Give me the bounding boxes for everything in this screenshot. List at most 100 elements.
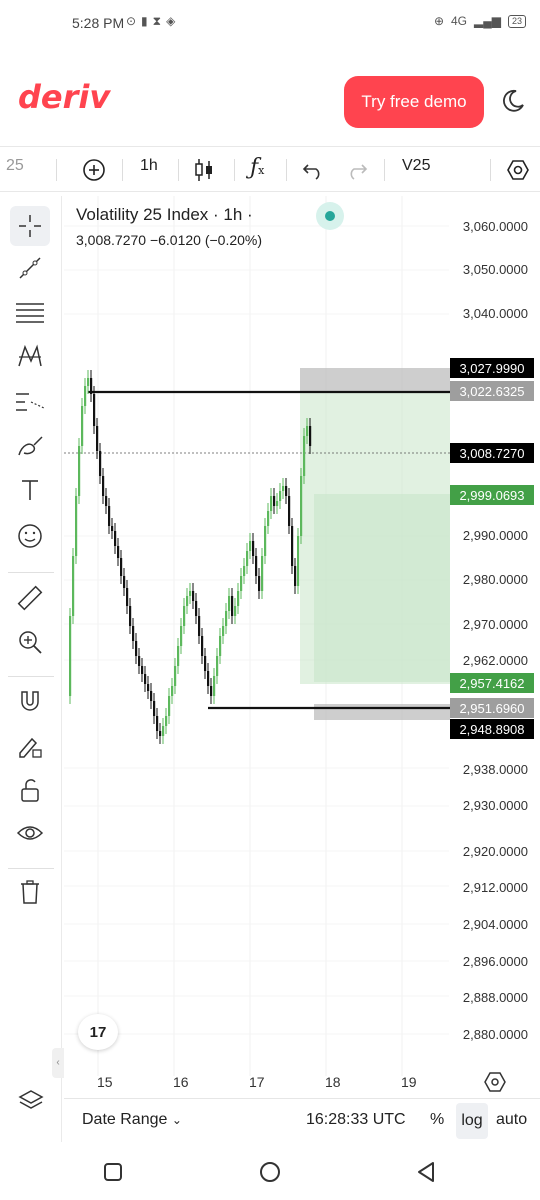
text-icon [22, 480, 38, 500]
candle-body [219, 636, 222, 656]
price-tag-zone-bottom: 2,957.4162 [450, 673, 534, 693]
percent-scale-button[interactable]: % [430, 1111, 444, 1129]
candle-body [258, 576, 261, 591]
measure-tool[interactable] [10, 578, 50, 618]
price-tag-lower-bound: 2,948.8908 [450, 719, 534, 739]
zoom-in-icon [19, 631, 42, 654]
indicators-fx-icon[interactable]: ƒx [250, 155, 264, 180]
crosshair-icon [19, 215, 41, 237]
back-triangle-icon[interactable] [416, 1161, 436, 1183]
price-label: 3,050.0000 [462, 262, 528, 277]
candle-body [282, 486, 285, 491]
status-system-icons: ⊕ 4G ▂▄▆ 23 [434, 14, 526, 28]
prediction-tool[interactable] [10, 382, 50, 422]
price-label: 2,980.0000 [462, 572, 528, 587]
candle-body [189, 591, 192, 596]
recents-square-icon[interactable] [103, 1162, 123, 1182]
symbol-button[interactable]: V25 [402, 157, 430, 175]
app-header: deriv Try free demo [0, 60, 540, 144]
dark-mode-moon-icon[interactable] [500, 88, 526, 114]
trend-line-icon [19, 257, 41, 279]
candle-body [222, 626, 225, 636]
interval-button[interactable]: 1h [140, 157, 158, 175]
pattern-tool[interactable] [10, 336, 50, 376]
date-range-dropdown[interactable]: Date Range ⌄ [82, 1111, 182, 1129]
candle-body [90, 378, 93, 394]
auto-scale-button[interactable]: auto [496, 1111, 527, 1129]
candle-body [126, 588, 129, 606]
candle-body [201, 636, 204, 656]
symbol-search-fragment[interactable]: 25 [6, 157, 24, 175]
alarm-icon: ⊕ [433, 14, 444, 28]
price-label: 3,040.0000 [462, 306, 528, 321]
time-label: 16 [173, 1074, 189, 1090]
tradingview-logo-icon[interactable]: 17 [78, 1014, 118, 1050]
emoji-tool[interactable] [10, 516, 50, 556]
deriv-logo[interactable]: deriv [18, 78, 110, 116]
time-label: 18 [325, 1074, 341, 1090]
candle-body [270, 496, 273, 511]
candle-body [180, 626, 183, 646]
candle-body [306, 426, 309, 436]
price-label: 2,930.0000 [462, 798, 528, 813]
position-lower-zone [314, 704, 450, 720]
forecast-icon [16, 393, 45, 411]
price-tag-upper-bound: 3,027.9990 [450, 358, 534, 378]
price-label: 2,990.0000 [462, 528, 528, 543]
time-label: 17 [249, 1074, 265, 1090]
log-scale-button[interactable]: log [456, 1103, 488, 1139]
delete-drawings-tool[interactable] [10, 872, 50, 912]
utc-clock[interactable]: 16:28:33 UTC [306, 1111, 406, 1129]
home-circle-icon[interactable] [259, 1161, 281, 1183]
network-icon: 4G [451, 14, 468, 28]
price-tag-upper-line: 3,022.6325 [450, 381, 534, 401]
pattern-icon [18, 344, 42, 367]
unlock-tool[interactable] [10, 770, 50, 810]
unlock-icon [21, 779, 39, 802]
chart-settings-hexagon-icon[interactable] [506, 158, 530, 182]
candle-body [135, 641, 138, 656]
undo-icon[interactable] [302, 160, 324, 180]
candle-body [141, 666, 144, 674]
price-label: 2,938.0000 [462, 762, 528, 777]
candle-body [213, 676, 216, 696]
candle-body [111, 526, 114, 531]
brush-tool[interactable] [10, 426, 50, 466]
candle-body [114, 531, 117, 546]
lock-drawing-tool[interactable] [10, 726, 50, 766]
candle-body [159, 731, 162, 736]
candle-body [249, 541, 252, 551]
price-tag-last-price: 3,008.7270 [450, 443, 534, 463]
magnet-tool[interactable] [10, 682, 50, 722]
try-free-demo-button[interactable]: Try free demo [344, 76, 484, 128]
candle-body [75, 496, 78, 556]
candle-body [234, 606, 237, 616]
zoom-in-tool[interactable] [10, 622, 50, 662]
scale-settings-icon[interactable] [484, 1071, 506, 1093]
status-time: 5:28 PM [72, 15, 125, 31]
candle-body [81, 406, 84, 446]
price-label: 2,904.0000 [462, 917, 528, 932]
candle-body [198, 616, 201, 636]
collapse-toolbar-tab[interactable]: ‹ [52, 1048, 64, 1078]
candle-body [231, 596, 234, 616]
candle-body [177, 646, 180, 666]
live-status-indicator [316, 202, 344, 230]
signal-icon: ▂▄▆ [474, 14, 501, 28]
trash-icon [21, 880, 39, 904]
brush-icon [18, 436, 43, 456]
add-symbol-plus-icon[interactable] [82, 158, 106, 182]
hide-drawings-tool[interactable] [10, 814, 50, 854]
text-tool[interactable] [10, 470, 50, 510]
candle-body [183, 606, 186, 626]
candle-body [204, 656, 207, 671]
trend-line-tool[interactable] [10, 248, 50, 288]
horizontal-lines-tool[interactable] [10, 292, 50, 332]
candlestick-chart-type-icon[interactable] [192, 157, 216, 183]
candle-body [297, 536, 300, 586]
candle-body [78, 446, 81, 496]
redo-icon[interactable] [346, 160, 368, 180]
candle-body [261, 556, 264, 591]
crosshair-tool[interactable] [10, 206, 50, 246]
layers-icon[interactable] [18, 1088, 44, 1114]
